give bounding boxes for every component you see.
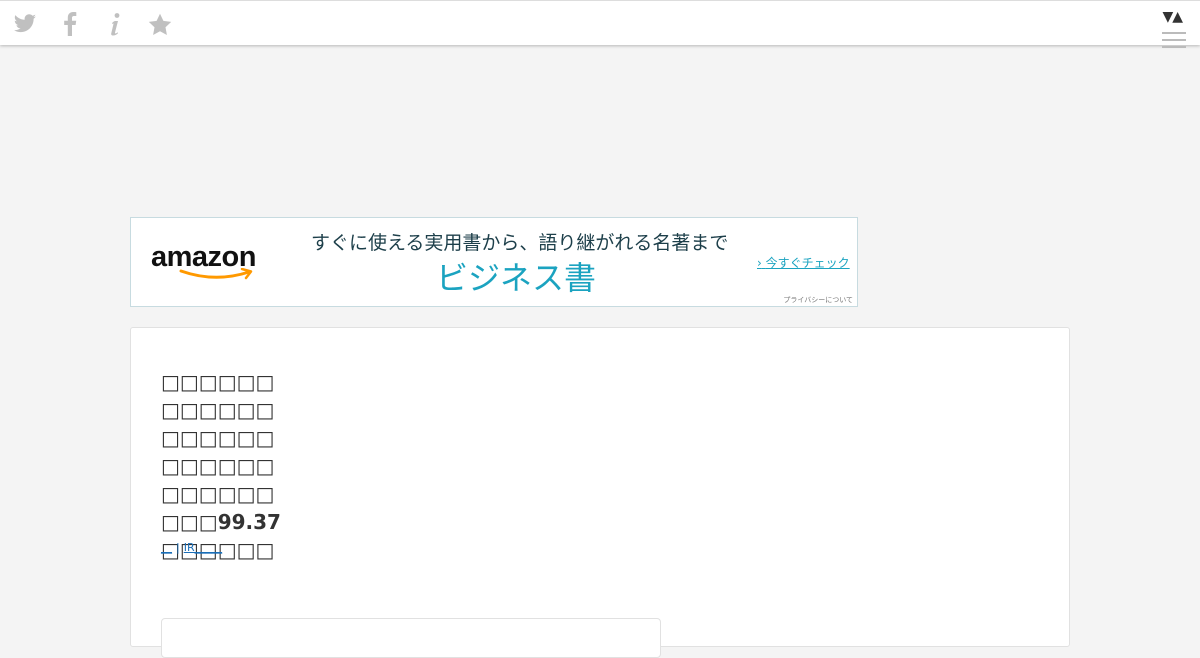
- article-ir-link[interactable]: IR_____: [184, 541, 222, 554]
- hamburger-menu-icon[interactable]: [1162, 32, 1186, 50]
- ad-headline: ビジネス書: [435, 259, 596, 297]
- amazon-logo: amazon: [151, 240, 267, 284]
- star-icon[interactable]: [145, 9, 175, 39]
- top-toolbar: ▼▲: [0, 0, 1200, 48]
- ad-check-now-link[interactable]: › 今すぐチェック: [757, 254, 850, 271]
- info-icon[interactable]: [100, 9, 130, 39]
- article-title: □□□□□□□□□□□□□□□□□□□□□□□□□□□□□□□□□99.37□□…: [161, 370, 281, 562]
- embedded-content-box: [161, 618, 661, 658]
- twitter-icon[interactable]: [10, 9, 40, 39]
- meta-separator: |: [176, 541, 180, 554]
- facebook-icon[interactable]: [55, 9, 85, 39]
- ad-privacy-link[interactable]: プライバシーについて: [783, 295, 853, 305]
- article-card: □□□□□□□□□□□□□□□□□□□□□□□□□□□□□□□□□99.37□□…: [130, 327, 1070, 658]
- article-source-link[interactable]: __: [161, 541, 172, 554]
- ad-tagline: すぐに使える実用書から、語り継がれる名著まで: [311, 232, 729, 254]
- article-meta-links: __ | IR_____: [161, 541, 222, 554]
- ad-cta-label: 今すぐチェック: [765, 256, 850, 270]
- amazon-ad-banner[interactable]: amazon すぐに使える実用書から、語り継がれる名著まで ビジネス書 › 今す…: [130, 217, 858, 307]
- chevron-right-icon: ›: [757, 256, 762, 270]
- sort-toggle-button[interactable]: ▼▲: [1162, 9, 1183, 25]
